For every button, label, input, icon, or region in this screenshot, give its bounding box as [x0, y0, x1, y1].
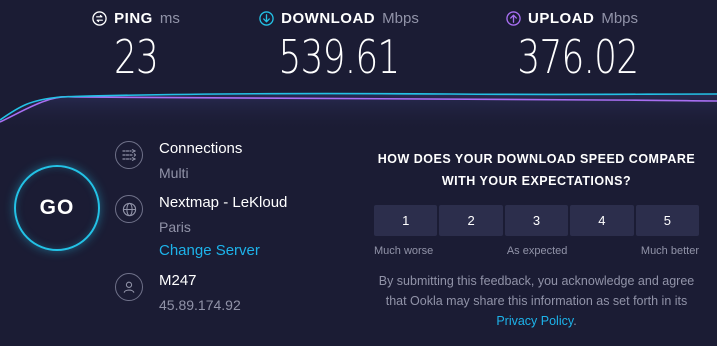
- connections-row: Connections Multi: [115, 140, 242, 182]
- server-location: Paris: [159, 219, 191, 235]
- provider-row: M247 45.89.174.92: [115, 272, 241, 314]
- download-value: 539.61: [278, 30, 401, 84]
- rating-option-3[interactable]: 3: [504, 205, 569, 236]
- disclaimer-suffix: .: [573, 314, 577, 328]
- survey-question: HOW DOES YOUR DOWNLOAD SPEED COMPARE WIT…: [377, 152, 696, 188]
- connections-icon: [115, 141, 143, 169]
- upload-arrow-icon: [506, 11, 521, 26]
- ping-unit: ms: [159, 10, 180, 27]
- feedback-disclaimer: By submitting this feedback, you acknowl…: [374, 271, 699, 331]
- user-icon: [115, 273, 143, 301]
- provider-ip: 45.89.174.92: [159, 297, 241, 313]
- download-header: DOWNLOAD Mbps: [254, 10, 424, 27]
- download-metric: DOWNLOAD Mbps 539.61: [254, 10, 424, 80]
- upload-unit: Mbps: [601, 10, 639, 27]
- ping-value: 23: [113, 30, 159, 84]
- speed-expectation-survey: HOW DOES YOUR DOWNLOAD SPEED COMPARE WIT…: [374, 148, 700, 331]
- ping-metric: PING ms 23: [86, 10, 186, 80]
- privacy-policy-link[interactable]: Privacy Policy: [496, 314, 573, 328]
- upload-header: UPLOAD Mbps: [502, 10, 642, 27]
- ping-label: PING: [114, 10, 153, 27]
- change-server-link[interactable]: Change Server: [159, 242, 287, 260]
- upload-label: UPLOAD: [527, 10, 595, 27]
- rating-option-1[interactable]: 1: [374, 205, 438, 236]
- download-arrow-icon: [259, 11, 274, 26]
- speed-graph: [0, 92, 717, 132]
- upload-value: 376.02: [517, 30, 639, 84]
- rating-mid-label: As expected: [506, 245, 568, 257]
- go-button-label: GO: [39, 196, 75, 219]
- rating-low-label: Much worse: [374, 245, 434, 257]
- rating-option-4[interactable]: 4: [570, 205, 634, 236]
- rating-option-2[interactable]: 2: [439, 205, 503, 236]
- server-row: Nextmap - LeKloud Paris Change Server: [115, 194, 287, 260]
- rating-high-label: Much better: [640, 245, 699, 257]
- upload-metric: UPLOAD Mbps 376.02: [502, 10, 642, 80]
- connections-mode: Multi: [159, 165, 189, 181]
- disclaimer-text: By submitting this feedback, you acknowl…: [378, 274, 695, 308]
- rating-scale: 1 2 3 4 5: [374, 205, 700, 236]
- connections-title: Connections: [159, 140, 243, 157]
- rating-option-5[interactable]: 5: [635, 205, 700, 236]
- provider-name: M247: [159, 272, 197, 289]
- go-button[interactable]: GO: [14, 165, 100, 251]
- download-unit: Mbps: [382, 10, 419, 27]
- ping-header: PING ms: [86, 10, 186, 27]
- globe-icon: [115, 195, 143, 223]
- server-name: Nextmap - LeKloud: [159, 194, 288, 211]
- ping-icon: [92, 11, 107, 26]
- rating-scale-labels: Much worse As expected Much better: [374, 245, 699, 257]
- download-label: DOWNLOAD: [281, 10, 376, 27]
